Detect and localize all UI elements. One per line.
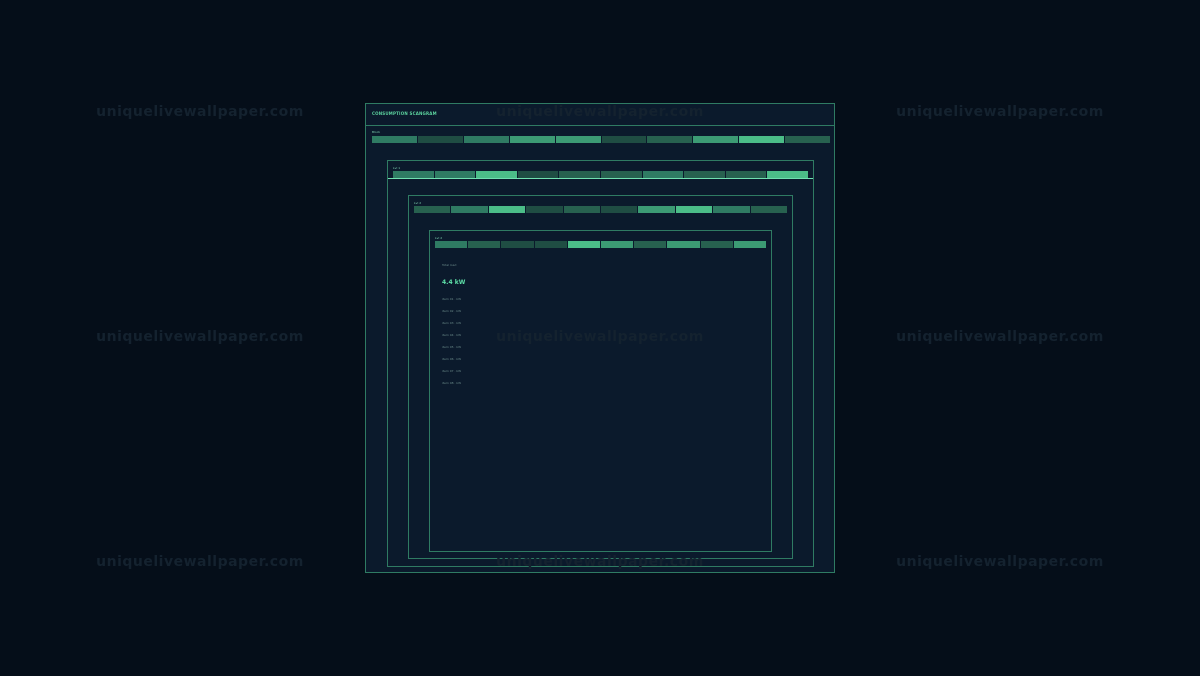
level-segment-bar bbox=[393, 171, 808, 178]
level-segment[interactable] bbox=[675, 206, 713, 213]
window-title: CONSUMPTION SCANGRAM bbox=[372, 111, 437, 116]
total-value: 4.4 kW bbox=[442, 279, 466, 286]
level-segment[interactable] bbox=[750, 206, 788, 213]
level-segment[interactable] bbox=[372, 136, 417, 143]
level-segment-bar bbox=[414, 206, 788, 213]
level-label: Lvl 1 bbox=[393, 166, 401, 170]
level-segment[interactable] bbox=[693, 136, 739, 143]
level-segment[interactable] bbox=[463, 136, 509, 143]
level-segment[interactable] bbox=[476, 171, 517, 178]
level-segment[interactable] bbox=[509, 136, 555, 143]
level-segment[interactable] bbox=[601, 206, 638, 213]
active-level-indicator bbox=[388, 178, 813, 179]
watermark-text: uniquelivewallpaper.com bbox=[896, 329, 1104, 345]
level-segment[interactable] bbox=[600, 171, 642, 178]
level-segment[interactable] bbox=[785, 136, 831, 143]
level-segment[interactable] bbox=[555, 136, 601, 143]
level-segment[interactable] bbox=[393, 171, 434, 178]
detail-row: item 02 · kW bbox=[442, 309, 462, 313]
level-segment[interactable] bbox=[601, 241, 634, 248]
level-segment[interactable] bbox=[634, 241, 667, 248]
level-segment[interactable] bbox=[417, 136, 463, 143]
watermark-text: uniquelivewallpaper.com bbox=[96, 104, 304, 120]
level-segment[interactable] bbox=[563, 206, 601, 213]
level-segment[interactable] bbox=[684, 171, 725, 178]
level-segment-bar bbox=[372, 136, 831, 143]
level-segment[interactable] bbox=[534, 241, 567, 248]
screen: uniquelivewallpaper.com uniquelivewallpa… bbox=[0, 0, 1200, 676]
level-segment[interactable] bbox=[567, 241, 601, 248]
watermark-text: uniquelivewallpaper.com bbox=[896, 104, 1104, 120]
detail-row: item 05 · kW bbox=[442, 345, 462, 349]
level-segment[interactable] bbox=[434, 171, 476, 178]
detail-row: item 08 · kW bbox=[442, 381, 462, 385]
watermark-text: uniquelivewallpaper.com bbox=[96, 329, 304, 345]
watermark-text: uniquelivewallpaper.com bbox=[896, 554, 1104, 570]
level-segment[interactable] bbox=[767, 171, 808, 178]
level-1-panel: Lvl 1 Lvl 2 Lvl 2 Total load 4.4 kW item… bbox=[387, 160, 814, 567]
window-header: CONSUMPTION SCANGRAM bbox=[366, 104, 834, 126]
level-segment[interactable] bbox=[435, 241, 468, 248]
level-segment[interactable] bbox=[468, 241, 501, 248]
detail-row: item 06 · kW bbox=[442, 357, 462, 361]
level-segment[interactable] bbox=[414, 206, 451, 213]
detail-header: Total load bbox=[442, 263, 457, 267]
level-segment[interactable] bbox=[559, 171, 600, 178]
level-segment[interactable] bbox=[451, 206, 488, 213]
detail-row: item 04 · kW bbox=[442, 333, 462, 337]
level-segment[interactable] bbox=[517, 171, 559, 178]
detail-row: item 07 · kW bbox=[442, 369, 462, 373]
level-label: Block bbox=[372, 130, 381, 134]
watermark-text: uniquelivewallpaper.com bbox=[96, 554, 304, 570]
level-segment[interactable] bbox=[733, 241, 767, 248]
level-segment[interactable] bbox=[700, 241, 733, 248]
level-segment[interactable] bbox=[667, 241, 700, 248]
level-segment-bar bbox=[435, 241, 767, 248]
level-segment[interactable] bbox=[642, 171, 684, 178]
level-segment[interactable] bbox=[725, 171, 767, 178]
level-segment[interactable] bbox=[488, 206, 526, 213]
level-segment[interactable] bbox=[601, 136, 647, 143]
scangram-window: CONSUMPTION SCANGRAM Block Lvl 1 Lvl 2 L… bbox=[365, 103, 835, 573]
level-segment[interactable] bbox=[647, 136, 693, 143]
level-segment[interactable] bbox=[501, 241, 534, 248]
level-segment[interactable] bbox=[638, 206, 675, 213]
level-2-panel: Lvl 2 Lvl 2 Total load 4.4 kW item 01 · … bbox=[408, 195, 793, 559]
level-label: Lvl 2 bbox=[414, 201, 422, 205]
level-3-panel: Lvl 2 Total load 4.4 kW item 01 · kW ite… bbox=[429, 230, 772, 552]
detail-row: item 01 · kW bbox=[442, 297, 462, 301]
level-segment[interactable] bbox=[713, 206, 750, 213]
level-segment[interactable] bbox=[739, 136, 785, 143]
detail-row: item 03 · kW bbox=[442, 321, 462, 325]
level-segment[interactable] bbox=[526, 206, 563, 213]
level-label: Lvl 2 bbox=[435, 236, 443, 240]
